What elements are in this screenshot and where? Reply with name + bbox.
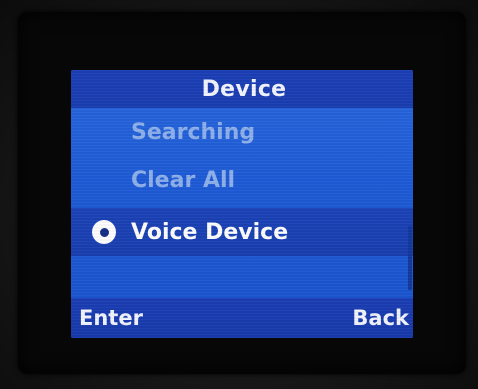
- back-softkey[interactable]: Back: [352, 306, 409, 330]
- softkey-bar: Enter Back: [71, 298, 413, 338]
- radio-dot: [99, 227, 109, 237]
- scrollbar[interactable]: [408, 226, 412, 290]
- radio-selected-icon: [92, 220, 116, 244]
- enter-softkey[interactable]: Enter: [79, 306, 143, 330]
- menu-item-label: Clear All: [131, 167, 236, 193]
- lcd-screen: Device Searching Clear All Voice Device …: [71, 70, 413, 338]
- title-bar: Device: [71, 70, 413, 108]
- menu-item-label: Searching: [131, 119, 256, 145]
- menu-item-searching[interactable]: Searching: [71, 108, 413, 156]
- screen-title: Device: [201, 76, 287, 102]
- menu-item-clear-all[interactable]: Clear All: [71, 156, 413, 204]
- menu-item-voice-device[interactable]: Voice Device: [71, 208, 413, 256]
- device-menu-list: Searching Clear All Voice Device: [71, 108, 413, 256]
- menu-item-label: Voice Device: [131, 219, 289, 245]
